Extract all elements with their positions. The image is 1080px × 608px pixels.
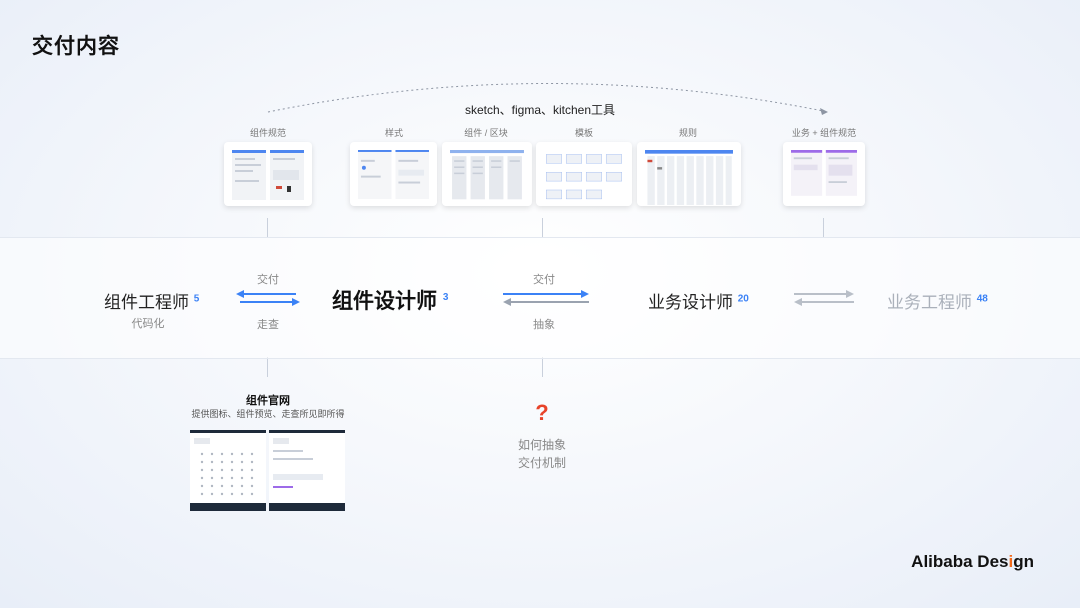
thumb-rules[interactable] bbox=[637, 142, 741, 206]
role-component-engineer: 组件工程师 5 bbox=[104, 288, 199, 313]
role-component-designer: 组件设计师 3 bbox=[332, 285, 448, 315]
role-name: 组件设计师 bbox=[332, 290, 437, 313]
thumb-style[interactable] bbox=[350, 142, 437, 206]
alibaba-design-logo: Alibaba Design bbox=[911, 552, 1034, 572]
connector-line bbox=[267, 218, 268, 238]
connector-line bbox=[542, 357, 543, 377]
role-sub: 代码化 bbox=[131, 318, 165, 330]
thumb-preview-graphic bbox=[545, 154, 622, 200]
role-business-designer: 业务设计师 20 bbox=[648, 288, 749, 313]
connector-line bbox=[267, 357, 268, 377]
logo-text: Alibaba Des bbox=[911, 552, 1009, 571]
site-preview[interactable] bbox=[190, 430, 345, 511]
logo-text-end: gn bbox=[1013, 552, 1034, 571]
role-name: 业务设计师 bbox=[648, 293, 733, 312]
question-line-2: 交付机制 bbox=[517, 456, 566, 470]
thumb-label-rules: 规则 bbox=[678, 128, 697, 138]
site-subtitle: 提供图标、组件预览、走查所见即所得 bbox=[191, 409, 345, 419]
site-preview-graphic bbox=[190, 430, 345, 511]
double-arrow-icon bbox=[503, 290, 589, 306]
thumb-label-component-block: 组件 / 区块 bbox=[464, 128, 508, 138]
arrow-label-abstract: 抽象 bbox=[533, 319, 555, 331]
tools-label: sketch、figma、kitchen工具 bbox=[464, 103, 616, 117]
role-count: 3 bbox=[442, 292, 449, 303]
thumb-component-block[interactable] bbox=[442, 142, 532, 206]
role-name: 组件工程师 bbox=[104, 293, 189, 312]
thumb-template[interactable] bbox=[536, 142, 632, 206]
connector-line bbox=[823, 218, 824, 238]
arrow-label-review: 走查 bbox=[257, 319, 279, 331]
arrow-label-deliver: 交付 bbox=[533, 274, 555, 286]
thumb-preview-graphic bbox=[645, 150, 733, 205]
double-arrow-icon bbox=[236, 290, 300, 306]
thumb-preview-graphic bbox=[791, 150, 857, 196]
role-name: 业务工程师 bbox=[887, 293, 972, 312]
role-count: 5 bbox=[193, 293, 200, 305]
thumb-component-spec[interactable] bbox=[224, 142, 312, 206]
role-business-engineer: 业务工程师 48 bbox=[887, 288, 988, 313]
thumb-label-component-spec: 组件规范 bbox=[249, 128, 286, 138]
double-arrow-icon bbox=[794, 290, 854, 306]
thumb-label-style: 样式 bbox=[384, 128, 403, 138]
thumb-label-business-spec: 业务 + 组件规范 bbox=[791, 128, 857, 138]
question-line-1: 如何抽象 bbox=[517, 438, 566, 452]
role-count: 20 bbox=[737, 293, 749, 305]
thumb-business-spec[interactable] bbox=[783, 142, 865, 206]
thumb-preview-graphic bbox=[358, 150, 429, 200]
thumb-label-template: 模板 bbox=[574, 128, 593, 138]
role-count: 48 bbox=[976, 293, 988, 305]
connector-line bbox=[542, 218, 543, 238]
thumb-preview-graphic bbox=[450, 150, 524, 200]
thumb-preview-graphic bbox=[232, 150, 304, 200]
site-title: 组件官网 bbox=[246, 395, 290, 407]
arrow-label-deliver: 交付 bbox=[257, 274, 279, 286]
question-mark-icon: ? bbox=[535, 400, 549, 425]
question-text: 如何抽象 交付机制 bbox=[502, 436, 582, 472]
